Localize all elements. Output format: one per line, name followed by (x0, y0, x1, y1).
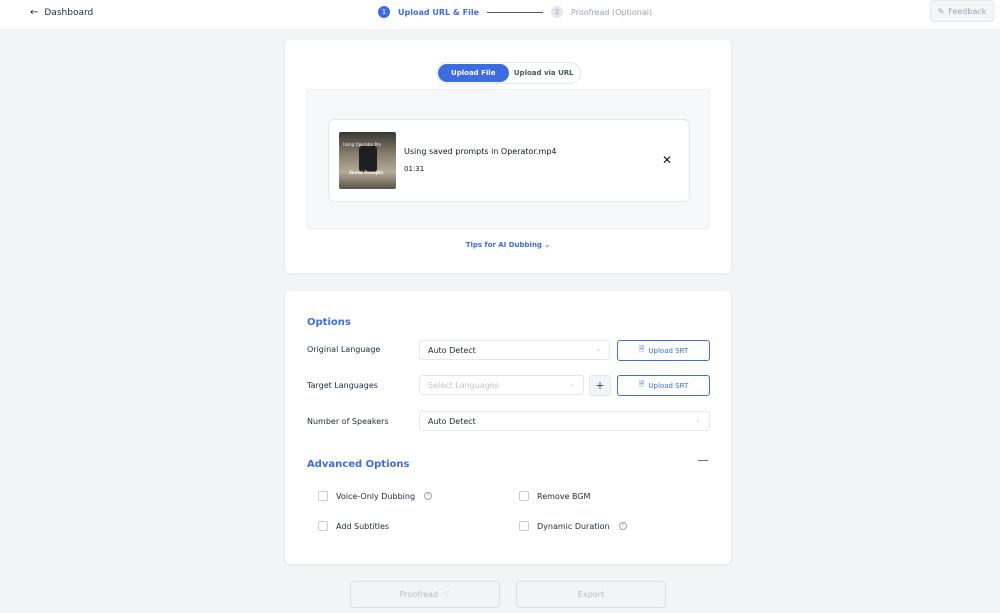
dropzone[interactable]: Using Operator Pro Saved Prompts Using s… (306, 89, 710, 229)
heart-icon: ♡ (443, 590, 451, 599)
chevron-down-icon: ⌄ (544, 241, 551, 249)
voice-only-dubbing-option[interactable]: Voice-Only Dubbing ? (318, 491, 433, 501)
file-icon: 🗎 (638, 380, 645, 388)
video-thumbnail: Using Operator Pro Saved Prompts (339, 132, 396, 189)
help-icon[interactable]: ? (618, 522, 627, 530)
step-connector (487, 11, 544, 13)
original-language-select[interactable]: Auto Detect ⌄ (419, 340, 610, 360)
add-subtitles-checkbox[interactable] (318, 521, 328, 531)
voice-only-dubbing-checkbox[interactable] (318, 491, 328, 501)
feedback-label: Feedback (948, 6, 987, 16)
step-1-label: Upload URL & File (398, 7, 480, 17)
dynamic-duration-label: Dynamic Duration (537, 521, 610, 531)
chevron-down-icon: ⌄ (695, 416, 701, 424)
options-title: Options (307, 317, 351, 328)
chevron-down-icon: ⌄ (569, 380, 575, 388)
remove-file-close-icon[interactable]: ✕ (662, 153, 672, 167)
tab-upload-via-url[interactable]: Upload via URL (509, 64, 580, 82)
remove-bgm-label: Remove BGM (537, 491, 591, 501)
add-subtitles-option[interactable]: Add Subtitles (318, 521, 389, 531)
file-icon: 🗎 (638, 345, 645, 353)
tab-upload-file[interactable]: Upload File (438, 64, 509, 82)
chevron-down-icon: ⌄ (595, 345, 601, 353)
options-card: Options Original Language Auto Detect ⌄ … (285, 291, 731, 564)
number-of-speakers-label: Number of Speakers (307, 417, 389, 426)
proofread-label: Proofread (399, 590, 439, 599)
upload-card: Upload File Upload via URL Using Operato… (285, 40, 731, 273)
remove-bgm-option[interactable]: Remove BGM (519, 491, 590, 501)
step-2-number: 2 (551, 6, 564, 18)
arrow-left-icon: ← (30, 7, 39, 18)
upload-mode-toggle: Upload File Upload via URL (436, 62, 581, 84)
upload-srt-button-original[interactable]: 🗎 Upload SRT (617, 340, 710, 361)
target-languages-placeholder: Select Languages (428, 380, 499, 390)
thumbnail-caption: Saved Prompts (349, 170, 384, 175)
help-icon[interactable]: ? (424, 492, 433, 500)
stepper: 1 Upload URL & File 2 Proofread (Optiona… (378, 6, 652, 18)
target-languages-label: Target Languages (307, 381, 378, 390)
advanced-options-title: Advanced Options (307, 459, 410, 470)
back-label: Dashboard (44, 7, 94, 18)
original-language-value: Auto Detect (428, 345, 476, 355)
voice-only-dubbing-label: Voice-Only Dubbing (336, 491, 416, 501)
pencil-icon: ✎ (937, 6, 945, 16)
tips-label: Tips for AI Dubbing (465, 241, 542, 249)
uploaded-file-card: Using Operator Pro Saved Prompts Using s… (328, 119, 690, 202)
export-button[interactable]: Export (516, 581, 666, 608)
upload-srt-label: Upload SRT (648, 346, 689, 355)
back-to-dashboard-link[interactable]: ← Dashboard (30, 7, 93, 18)
target-languages-select[interactable]: Select Languages ⌄ (419, 375, 584, 395)
step-1-number: 1 (378, 6, 390, 18)
file-name: Using saved prompts in Operator.mp4 (404, 147, 557, 156)
add-subtitles-label: Add Subtitles (336, 521, 390, 531)
remove-bgm-checkbox[interactable] (519, 491, 529, 501)
step-2-label: Proofread (Optional) (571, 7, 653, 17)
upload-srt-label: Upload SRT (648, 381, 689, 390)
plus-icon: + (595, 379, 605, 392)
collapse-minus-icon[interactable] (698, 460, 708, 461)
thumbnail-figure (359, 146, 377, 172)
original-language-label: Original Language (307, 345, 381, 354)
upload-srt-button-target[interactable]: 🗎 Upload SRT (617, 375, 710, 396)
number-of-speakers-value: Auto Detect (428, 416, 476, 426)
tips-for-ai-dubbing-link[interactable]: Tips for AI Dubbing ⌄ (285, 241, 731, 249)
number-of-speakers-select[interactable]: Auto Detect ⌄ (419, 411, 710, 431)
file-duration: 01:31 (404, 165, 425, 173)
add-language-button[interactable]: + (589, 375, 611, 396)
export-label: Export (577, 590, 605, 599)
feedback-button[interactable]: ✎ Feedback (930, 0, 994, 22)
dynamic-duration-option[interactable]: Dynamic Duration ? (519, 521, 627, 531)
proofread-button[interactable]: Proofread ♡ (350, 581, 500, 608)
dynamic-duration-checkbox[interactable] (519, 521, 529, 531)
top-bar: ← Dashboard 1 Upload URL & File 2 Proofr… (0, 0, 1000, 30)
